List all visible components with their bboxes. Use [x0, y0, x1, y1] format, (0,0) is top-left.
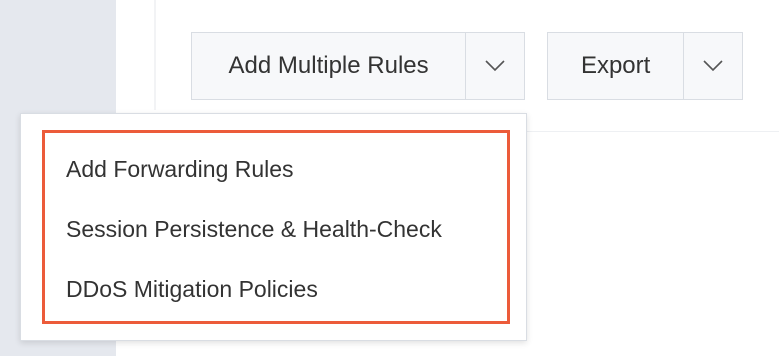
add-multiple-rules-menu: Add Forwarding Rules Session Persistence…	[20, 113, 527, 341]
menu-item-ddos-mitigation-policies[interactable]: DDoS Mitigation Policies	[45, 269, 507, 329]
chevron-down-icon	[485, 60, 505, 72]
chevron-down-icon	[703, 60, 723, 72]
menu-item-add-forwarding-rules[interactable]: Add Forwarding Rules	[45, 149, 507, 209]
page: Add Multiple Rules Export Add Forwarding…	[0, 0, 779, 356]
export-split-button: Export	[547, 32, 743, 100]
add-multiple-rules-split-button: Add Multiple Rules	[191, 32, 525, 100]
export-dropdown-toggle[interactable]	[684, 33, 742, 99]
menu-item-session-persistence-health-check[interactable]: Session Persistence & Health-Check	[45, 209, 507, 269]
menu-highlight-box: Add Forwarding Rules Session Persistence…	[42, 130, 510, 324]
export-button[interactable]: Export	[548, 33, 685, 99]
add-multiple-rules-dropdown-toggle[interactable]	[466, 33, 524, 99]
add-multiple-rules-button[interactable]: Add Multiple Rules	[192, 33, 467, 99]
